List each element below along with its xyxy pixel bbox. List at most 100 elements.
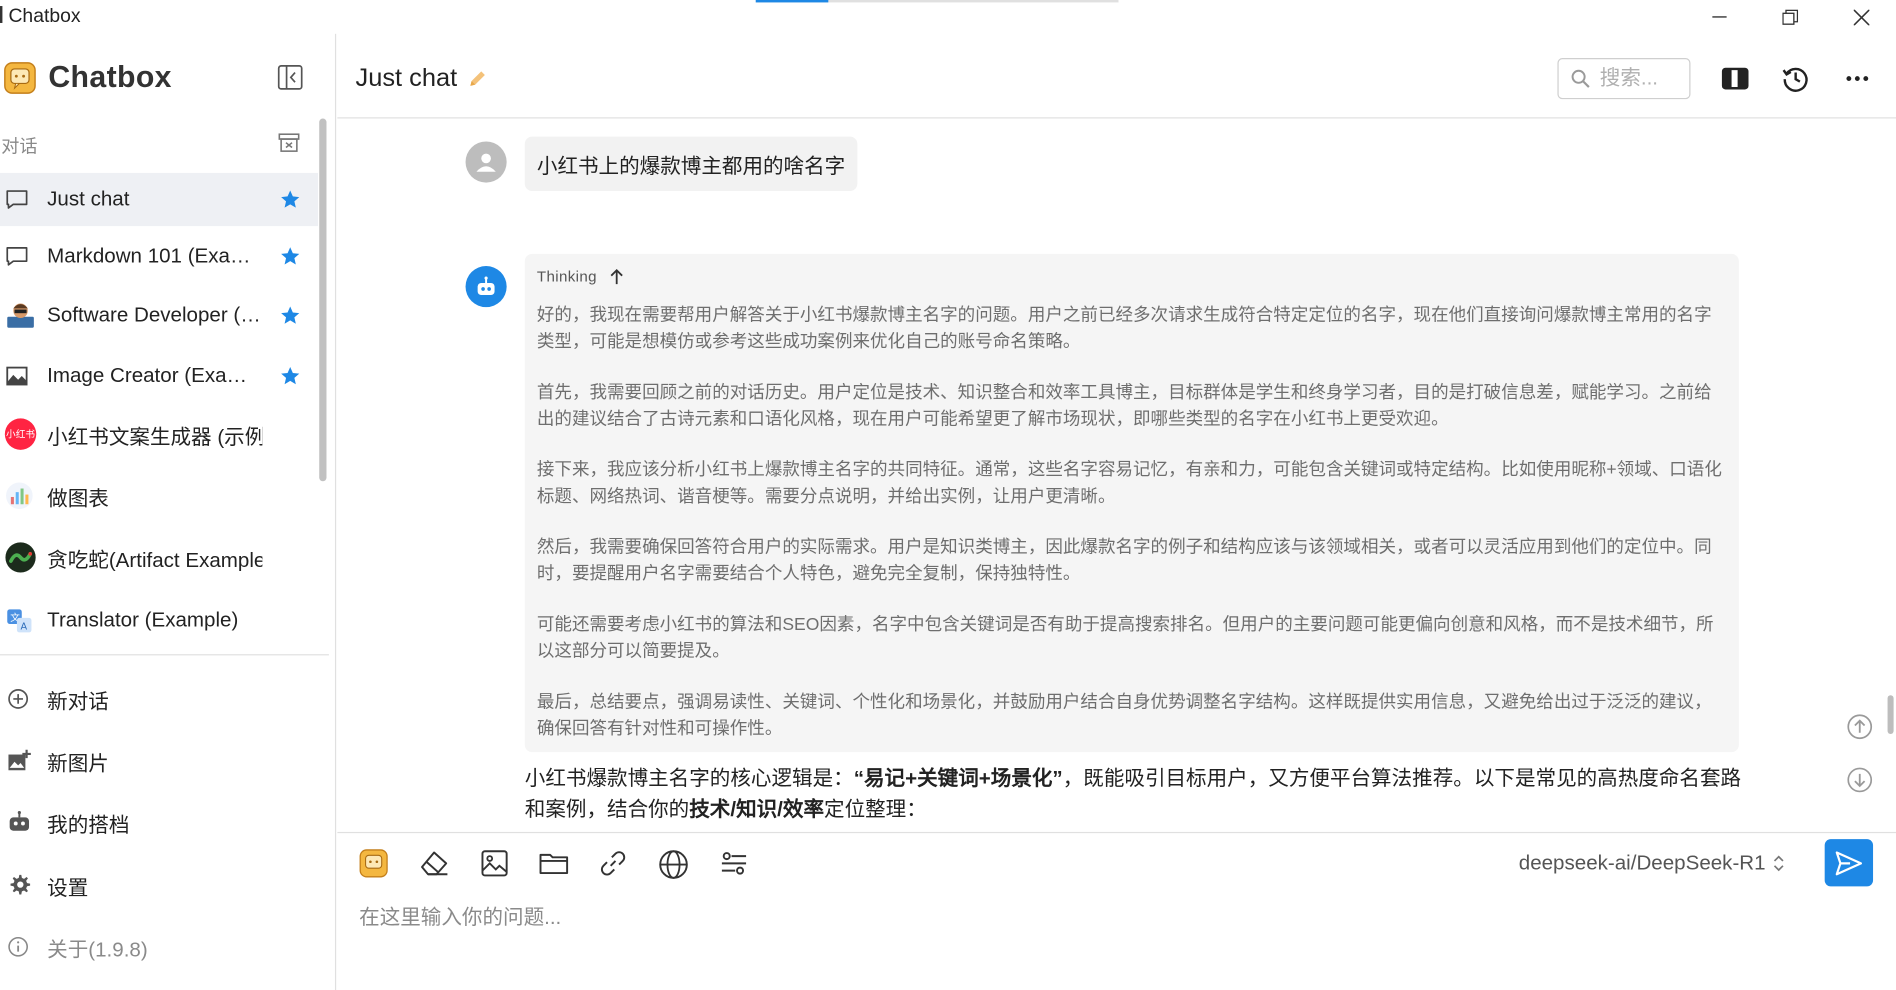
sidebar-scrollbar[interactable] [319, 118, 327, 482]
attach-file-button[interactable] [538, 849, 569, 884]
menu-label: 新对话 [47, 689, 109, 713]
window-title: Chatbox [0, 6, 81, 28]
gear-icon [10, 874, 31, 895]
history-icon [1782, 67, 1808, 92]
add-image-icon [8, 749, 31, 771]
new-chat-button[interactable]: 新对话 [0, 675, 318, 723]
star-icon[interactable] [279, 365, 301, 393]
conversation-item-snake[interactable]: 贪吃蛇(Artifact Example) [0, 531, 318, 584]
search-icon [1571, 69, 1590, 88]
thinking-label: Thinking [536, 268, 597, 286]
conversation-item-just-chat[interactable]: Just chat [0, 172, 319, 227]
chevron-up-down-icon [1774, 855, 1784, 872]
conversation-item-translator[interactable]: 文A Translator (Example) [0, 594, 318, 647]
answer-bold: 技术/知识/效率 [689, 798, 825, 822]
folder-icon [539, 853, 569, 875]
chatbox-button[interactable] [359, 849, 388, 884]
bot-avatar [465, 266, 507, 308]
conversation-label: 做图表 [47, 486, 109, 510]
star-icon[interactable] [279, 245, 301, 273]
svg-text:A: A [21, 621, 28, 632]
more-button[interactable] [1843, 64, 1872, 99]
edit-title-button[interactable] [467, 68, 489, 96]
chat-settings-button[interactable] [719, 849, 748, 884]
thinking-paragraph: 好的，我现在需要帮用户解答关于小红书爆款博主名字的问题。用户之前已经多次请求生成… [536, 305, 1712, 352]
restore-icon [1781, 9, 1798, 25]
pencil-icon [470, 71, 485, 86]
robot-icon [477, 276, 495, 296]
image-icon [6, 366, 28, 386]
archive-icon [278, 133, 300, 152]
send-icon [1835, 850, 1863, 875]
chatbox-icon [359, 849, 388, 878]
arrow-circle-up-icon [1847, 714, 1873, 740]
scroll-down-button[interactable] [1846, 767, 1873, 800]
eraser-icon [421, 851, 448, 876]
conversation-item-xiaohongshu[interactable]: 小红书 小红书文案生成器 (示例) [0, 408, 318, 461]
translate-avatar-icon: 文A [7, 609, 32, 633]
thinking-paragraph: 接下来，我应该分析小红书上爆款博主名字的共同特征。通常，这些名字容易记忆，有亲和… [536, 460, 1722, 507]
messages-scrollbar[interactable] [1887, 695, 1894, 734]
new-image-button[interactable]: 新图片 [0, 736, 318, 784]
settings-sliders-icon [721, 852, 747, 875]
conversation-label: Markdown 101 (Example) [47, 244, 263, 268]
search-box[interactable] [1557, 58, 1691, 100]
toggle-layout-button[interactable] [1721, 64, 1750, 99]
xiaohongshu-avatar-icon: 小红书 [4, 418, 37, 450]
section-label: 对话 [1, 136, 38, 158]
brand-name: Chatbox [48, 60, 172, 95]
split-view-icon [1721, 67, 1749, 90]
conversation-item-chart[interactable]: 做图表 [0, 469, 318, 522]
arrow-up-icon [610, 268, 623, 285]
brand: Chatbox [4, 60, 172, 95]
close-button[interactable] [1826, 0, 1896, 34]
thinking-block: Thinking 好的，我现在需要帮用户解答关于小红书爆款博主名字的问题。用户之… [524, 253, 1739, 753]
my-partners-button[interactable]: 我的搭档 [0, 798, 318, 846]
thinking-toggle[interactable]: Thinking [537, 268, 1727, 285]
menu-label: 我的搭档 [47, 813, 130, 837]
restore-button[interactable] [1755, 0, 1825, 34]
conversation-item-image-creator[interactable]: Image Creator (Example) [0, 349, 318, 402]
conversation-label: 贪吃蛇(Artifact Example) [47, 548, 263, 572]
snake-avatar-icon [5, 542, 36, 573]
message-input[interactable] [359, 899, 1811, 936]
chart-avatar-icon [6, 482, 33, 510]
thinking-paragraph: 然后，我需要确保回答符合用户的实际需求。用户是知识类博主，因此爆款名字的例子和结… [536, 538, 1712, 585]
star-icon[interactable] [279, 305, 301, 333]
user-icon [476, 153, 496, 172]
archive-button[interactable] [278, 132, 300, 160]
attach-image-button[interactable] [480, 849, 509, 884]
collapse-sidebar-button[interactable] [277, 64, 304, 97]
send-button[interactable] [1824, 839, 1874, 887]
model-name: deepseek-ai/DeepSeek-R1 [1518, 851, 1766, 875]
title-bar: Chatbox [0, 0, 1896, 34]
conversation-item-software-developer[interactable]: Software Developer (Example) [0, 289, 318, 342]
history-button[interactable] [1781, 64, 1810, 99]
assistant-answer: 小红书爆款博主名字的核心逻辑是：“易记+关键词+场景化”，既能吸引目标用户，又方… [525, 763, 1746, 826]
attach-link-button[interactable] [599, 849, 628, 884]
settings-button[interactable]: 设置 [0, 861, 318, 909]
minimize-button[interactable] [1684, 0, 1754, 34]
conversation-item-markdown[interactable]: Markdown 101 (Example) [0, 230, 318, 283]
scroll-up-button[interactable] [1846, 713, 1873, 746]
about-button[interactable]: 关于(1.9.8) [0, 923, 318, 971]
chatbox-logo-icon [4, 62, 36, 94]
add-circle-icon [8, 689, 29, 709]
message-list[interactable]: 小红书上的爆款博主都用的啥名字 Thinking 好的，我现在需要帮用户解答关于… [337, 120, 1896, 832]
user-message: 小红书上的爆款博主都用的啥名字 [524, 136, 858, 192]
thinking-paragraph: 可能还需要考虑小红书的算法和SEO因素，名字中包含关键词是否有助于提高搜索排名。… [536, 615, 1714, 662]
clear-button[interactable] [418, 849, 449, 884]
thinking-paragraph: 最后，总结要点，强调易读性、关键词、个性化和场景化，并鼓励用户结合自身优势调整名… [536, 692, 1712, 739]
main-panel: Just chat 小红书上的爆款博主都用的啥名字 [337, 34, 1896, 990]
model-selector[interactable]: deepseek-ai/DeepSeek-R1 [1519, 851, 1786, 875]
web-search-button[interactable] [658, 849, 689, 886]
chat-header: Just chat [337, 34, 1896, 119]
answer-bold: “易记+关键词+场景化” [853, 766, 1063, 790]
star-icon[interactable] [279, 189, 301, 217]
link-icon [600, 851, 626, 876]
search-input[interactable] [1599, 66, 1685, 91]
arrow-circle-down-icon [1847, 767, 1873, 793]
sidebar-divider [0, 654, 329, 656]
tab-indicator [755, 0, 1119, 3]
window-title-text: Chatbox [8, 6, 81, 27]
